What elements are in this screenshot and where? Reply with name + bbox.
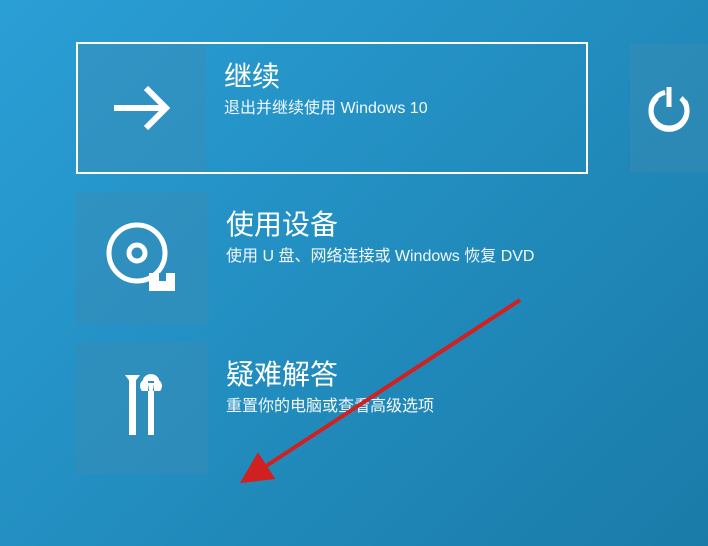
power-button[interactable] — [630, 44, 708, 172]
option-subtitle: 使用 U 盘、网络连接或 Windows 恢复 DVD — [226, 246, 556, 268]
option-subtitle: 退出并继续使用 Windows 10 — [224, 98, 554, 120]
tools-icon — [76, 342, 208, 474]
option-subtitle: 重置你的电脑或查看高级选项 — [226, 396, 556, 418]
recovery-menu: 继续 退出并继续使用 Windows 10 使用设备 使用 U 盘、网络连接或 … — [0, 0, 708, 474]
option-title: 疑难解答 — [226, 358, 588, 392]
arrow-right-icon — [78, 44, 206, 172]
power-icon — [642, 81, 696, 135]
option-title: 继续 — [224, 60, 586, 94]
disc-icon — [76, 192, 208, 324]
option-title: 使用设备 — [226, 208, 588, 242]
troubleshoot-option[interactable]: 疑难解答 重置你的电脑或查看高级选项 — [76, 342, 588, 474]
use-device-option[interactable]: 使用设备 使用 U 盘、网络连接或 Windows 恢复 DVD — [76, 192, 588, 324]
continue-option[interactable]: 继续 退出并继续使用 Windows 10 — [76, 42, 588, 174]
